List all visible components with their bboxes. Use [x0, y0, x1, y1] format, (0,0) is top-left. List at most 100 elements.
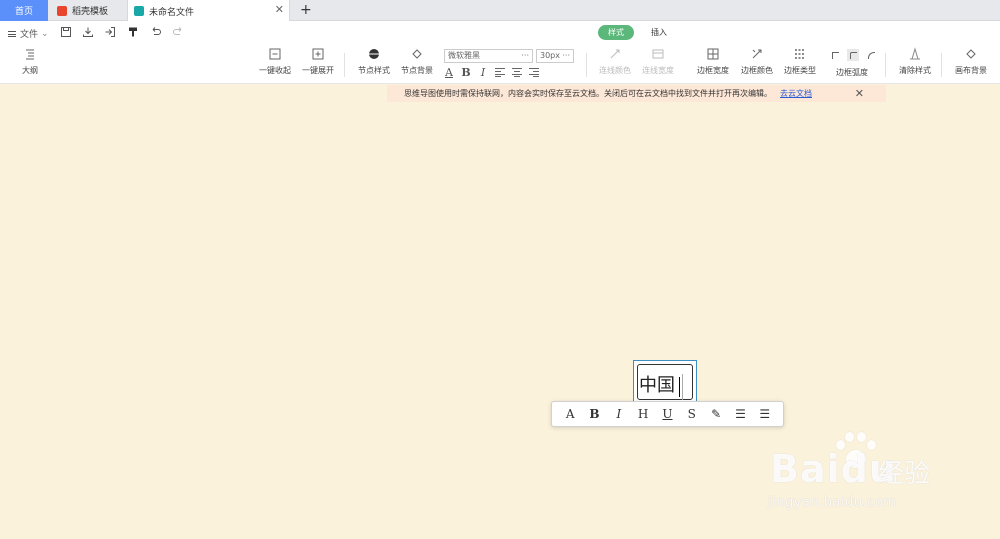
bold-button[interactable]: B [586, 407, 602, 421]
small-round-corner-icon[interactable] [847, 49, 859, 61]
save-icon[interactable] [60, 26, 72, 38]
chevron-down-icon: ⌄ [41, 28, 49, 39]
heading-button[interactable]: H [635, 407, 651, 421]
expand-icon [312, 48, 324, 60]
text-format-row: A B I [444, 66, 539, 79]
font-size-value: 30px [540, 51, 560, 60]
outline-label: 大纲 [22, 66, 38, 75]
toolbar: 文件 ⌄ 样式 插入 大纲 一键收起 一键展开 节点样式 节点背景 微软雅黑 ·… [0, 21, 1000, 84]
border-type-button[interactable]: 边框类型 [784, 47, 816, 76]
border-width-icon [707, 48, 719, 60]
border-width-label: 边框宽度 [697, 66, 729, 75]
bullet-list-icon[interactable]: ☰ [732, 407, 748, 421]
cloud-notice-bar: 思维导图使用时需保持联网，内容会实时保存至云文档。关闭后可在云文档中找到文件并打… [387, 85, 886, 102]
expand-all-label: 一键展开 [302, 66, 334, 75]
mode-switch: 样式 插入 [598, 25, 667, 40]
tab-template-label: 稻壳模板 [72, 7, 109, 17]
paint-bucket-icon [412, 49, 422, 59]
strikethrough-button[interactable]: S [684, 407, 700, 421]
undo-icon[interactable] [150, 26, 162, 38]
line-color-button[interactable]: 连线颜色 [599, 47, 631, 76]
format-painter-icon[interactable] [127, 26, 139, 38]
download-icon[interactable] [82, 26, 94, 38]
font-family-value: 微软雅黑 [448, 51, 480, 60]
divider [941, 53, 942, 77]
watermark-url: jingyan.baidu.com [768, 495, 897, 510]
italic-button[interactable]: I [611, 407, 627, 421]
baidu-jingyan-watermark: Baidu 经验 jingyan.baidu.com [760, 425, 990, 525]
outline-icon [26, 49, 34, 60]
line-width-label: 连线宽度 [642, 66, 674, 75]
canvas-background-label: 画布背景 [955, 66, 987, 75]
square-corner-icon[interactable] [829, 49, 841, 61]
node-style-button[interactable]: 节点样式 [358, 47, 390, 76]
mindmap-file-icon [134, 6, 144, 16]
font-family-select[interactable]: 微软雅黑 ··· [444, 49, 533, 63]
magic-pen-icon[interactable]: ✎ [708, 407, 724, 421]
more-icon: ··· [562, 51, 570, 60]
border-color-icon [752, 49, 762, 59]
node-text-input[interactable]: 中国 [639, 375, 675, 397]
underline-button[interactable]: U [659, 407, 675, 421]
collapse-icon [269, 48, 281, 60]
root-node[interactable]: 中国 [633, 360, 697, 403]
border-type-icon [795, 49, 805, 59]
expand-all-button[interactable]: 一键展开 [302, 47, 334, 76]
outline-button[interactable]: 大纲 [22, 47, 38, 76]
tab-file[interactable]: 未命名文件 ✕ [127, 0, 290, 22]
line-width-button[interactable]: 连线宽度 [642, 47, 674, 76]
node-style-icon [369, 49, 379, 59]
border-color-button[interactable]: 边框颜色 [741, 47, 773, 76]
tab-style[interactable]: 样式 [598, 25, 634, 40]
canvas-background-button[interactable]: 画布背景 [955, 47, 987, 76]
align-right-icon[interactable] [529, 68, 539, 77]
collapse-all-button[interactable]: 一键收起 [259, 47, 291, 76]
go-cloud-docs-link[interactable]: 去云文档 [780, 88, 812, 99]
align-center-icon[interactable] [512, 68, 522, 77]
tab-bar: 首页 稻壳模板 未命名文件 ✕ + [0, 0, 1000, 22]
tab-insert[interactable]: 插入 [651, 27, 667, 38]
close-icon[interactable]: ✕ [275, 4, 284, 15]
line-color-label: 连线颜色 [599, 66, 631, 75]
italic-button[interactable]: I [478, 66, 488, 79]
file-menu-label: 文件 [20, 30, 39, 40]
clear-style-label: 清除样式 [899, 66, 931, 75]
more-icon: ··· [521, 51, 529, 60]
numbered-list-icon[interactable]: ☰ [757, 407, 773, 421]
node-background-button[interactable]: 节点背景 [401, 47, 433, 76]
node-edit-divider [682, 374, 683, 400]
clear-format-icon [910, 47, 920, 60]
clear-style-button[interactable]: 清除样式 [899, 47, 931, 76]
border-radius-options [829, 49, 877, 61]
divider [586, 53, 587, 77]
redo-icon[interactable] [172, 26, 184, 38]
font-color-button[interactable]: A [444, 66, 454, 79]
node-style-label: 节点样式 [358, 66, 390, 75]
font-size-select[interactable]: 30px ··· [536, 49, 574, 63]
border-radius-button[interactable]: 边框弧度 [836, 67, 868, 78]
floating-text-toolbar: A B I H U S ✎ ☰ ☰ [551, 401, 784, 427]
text-caret [679, 377, 680, 397]
tab-template[interactable]: 稻壳模板 [50, 0, 126, 21]
divider [885, 53, 886, 77]
line-color-icon [610, 49, 620, 59]
border-type-label: 边框类型 [784, 66, 816, 75]
menu-icon [8, 30, 16, 37]
close-icon[interactable]: ✕ [855, 87, 864, 100]
line-width-icon [652, 49, 664, 59]
border-radius-label: 边框弧度 [836, 68, 868, 77]
round-corner-icon[interactable] [865, 49, 877, 61]
align-left-icon[interactable] [495, 68, 505, 77]
bold-button[interactable]: B [461, 66, 471, 79]
border-width-button[interactable]: 边框宽度 [697, 47, 729, 76]
export-icon[interactable] [104, 26, 116, 38]
collapse-all-label: 一键收起 [259, 66, 291, 75]
tab-home-label: 首页 [14, 7, 33, 17]
docer-logo-icon [57, 5, 67, 16]
add-tab-button[interactable]: + [300, 2, 312, 18]
paint-bucket-icon [966, 49, 976, 59]
font-style-button[interactable]: A [562, 407, 578, 421]
file-menu[interactable]: 文件 ⌄ [8, 27, 49, 40]
node-background-label: 节点背景 [401, 66, 433, 75]
tab-home[interactable]: 首页 [0, 0, 48, 21]
